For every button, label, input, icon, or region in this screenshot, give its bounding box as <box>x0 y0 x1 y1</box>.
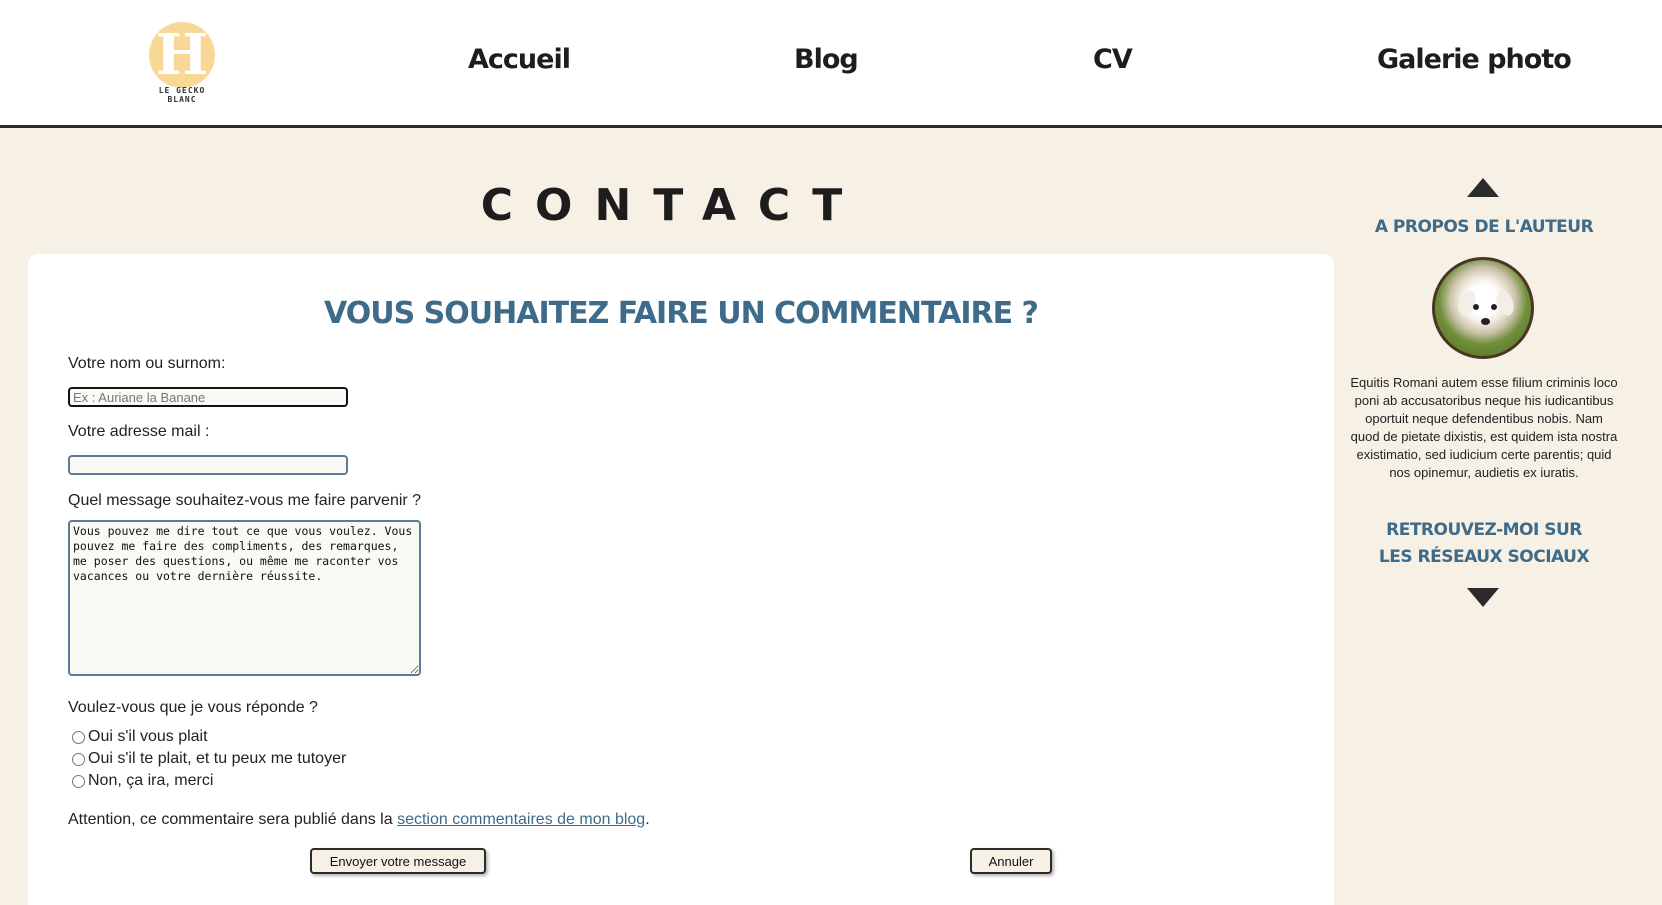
dog-nose <box>1481 318 1490 325</box>
reply-option-non[interactable]: Non, ça ira, merci <box>72 772 213 790</box>
logo-letter: H <box>155 22 209 88</box>
contact-form-card: VOUS SOUHAITEZ FAIRE UN COMMENTAIRE ? Vo… <box>28 254 1334 905</box>
nav-galerie-photo[interactable]: Galerie photo <box>1377 44 1572 75</box>
page-title: CONTACT <box>480 180 865 231</box>
reply-label: Voulez-vous que je vous réponde ? <box>68 699 318 716</box>
message-textarea[interactable]: Vous pouvez me dire tout ce que vous vou… <box>68 520 421 676</box>
author-bio: Equitis Romani autem esse filium crimini… <box>1350 375 1618 480</box>
form-heading: VOUS SOUHAITEZ FAIRE UN COMMENTAIRE ? <box>324 296 1039 331</box>
reply-option-label: Oui s'il te plait, et tu peux me tutoyer <box>88 750 347 767</box>
reply-radio-oui-vous[interactable] <box>72 730 85 744</box>
scroll-up-arrow-icon[interactable] <box>1467 178 1499 197</box>
reply-option-oui-vous[interactable]: Oui s'il vous plait <box>72 728 208 746</box>
nav-cv[interactable]: CV <box>1093 44 1133 75</box>
email-label: Votre adresse mail : <box>68 423 210 440</box>
dog-ear-left <box>1455 288 1479 318</box>
name-label: Votre nom ou surnom: <box>68 355 226 372</box>
message-label: Quel message souhaitez-vous me faire par… <box>68 492 422 509</box>
reply-radio-oui-tu[interactable] <box>72 752 85 766</box>
email-input[interactable] <box>68 455 348 475</box>
logo-text: LE GECKO BLANC <box>158 86 206 104</box>
about-author-heading: A PROPOS DE L'AUTEUR <box>1374 217 1594 237</box>
reply-radio-non[interactable] <box>72 774 85 788</box>
submit-button[interactable]: Envoyer votre message <box>310 848 486 874</box>
reply-option-oui-tu[interactable]: Oui s'il te plait, et tu peux me tutoyer <box>72 750 346 768</box>
scroll-down-arrow-icon[interactable] <box>1467 588 1499 607</box>
author-avatar <box>1432 257 1534 359</box>
reply-option-label: Oui s'il vous plait <box>88 728 208 745</box>
dog-ear-right <box>1493 288 1517 318</box>
reply-option-label: Non, ça ira, merci <box>88 772 214 789</box>
name-input[interactable] <box>68 387 348 407</box>
social-networks-heading: RETROUVEZ-MOI SUR LES RÉSEAUX SOCIAUX <box>1378 520 1590 567</box>
cancel-button[interactable]: Annuler <box>970 848 1052 874</box>
nav-accueil[interactable]: Accueil <box>468 44 571 75</box>
site-header: H LE GECKO BLANC Accueil Blog CV Galerie… <box>0 0 1662 128</box>
notice-end: . <box>645 811 650 828</box>
dog-eye-right <box>1491 304 1497 310</box>
site-logo[interactable]: H LE GECKO BLANC <box>143 22 221 104</box>
nav-blog[interactable]: Blog <box>794 44 859 75</box>
blog-comments-link[interactable]: section commentaires de mon blog <box>397 811 645 828</box>
notice-text: Attention, ce commentaire sera publié da… <box>68 811 398 828</box>
dog-eye-left <box>1473 304 1479 310</box>
publish-notice: Attention, ce commentaire sera publié da… <box>68 811 650 829</box>
